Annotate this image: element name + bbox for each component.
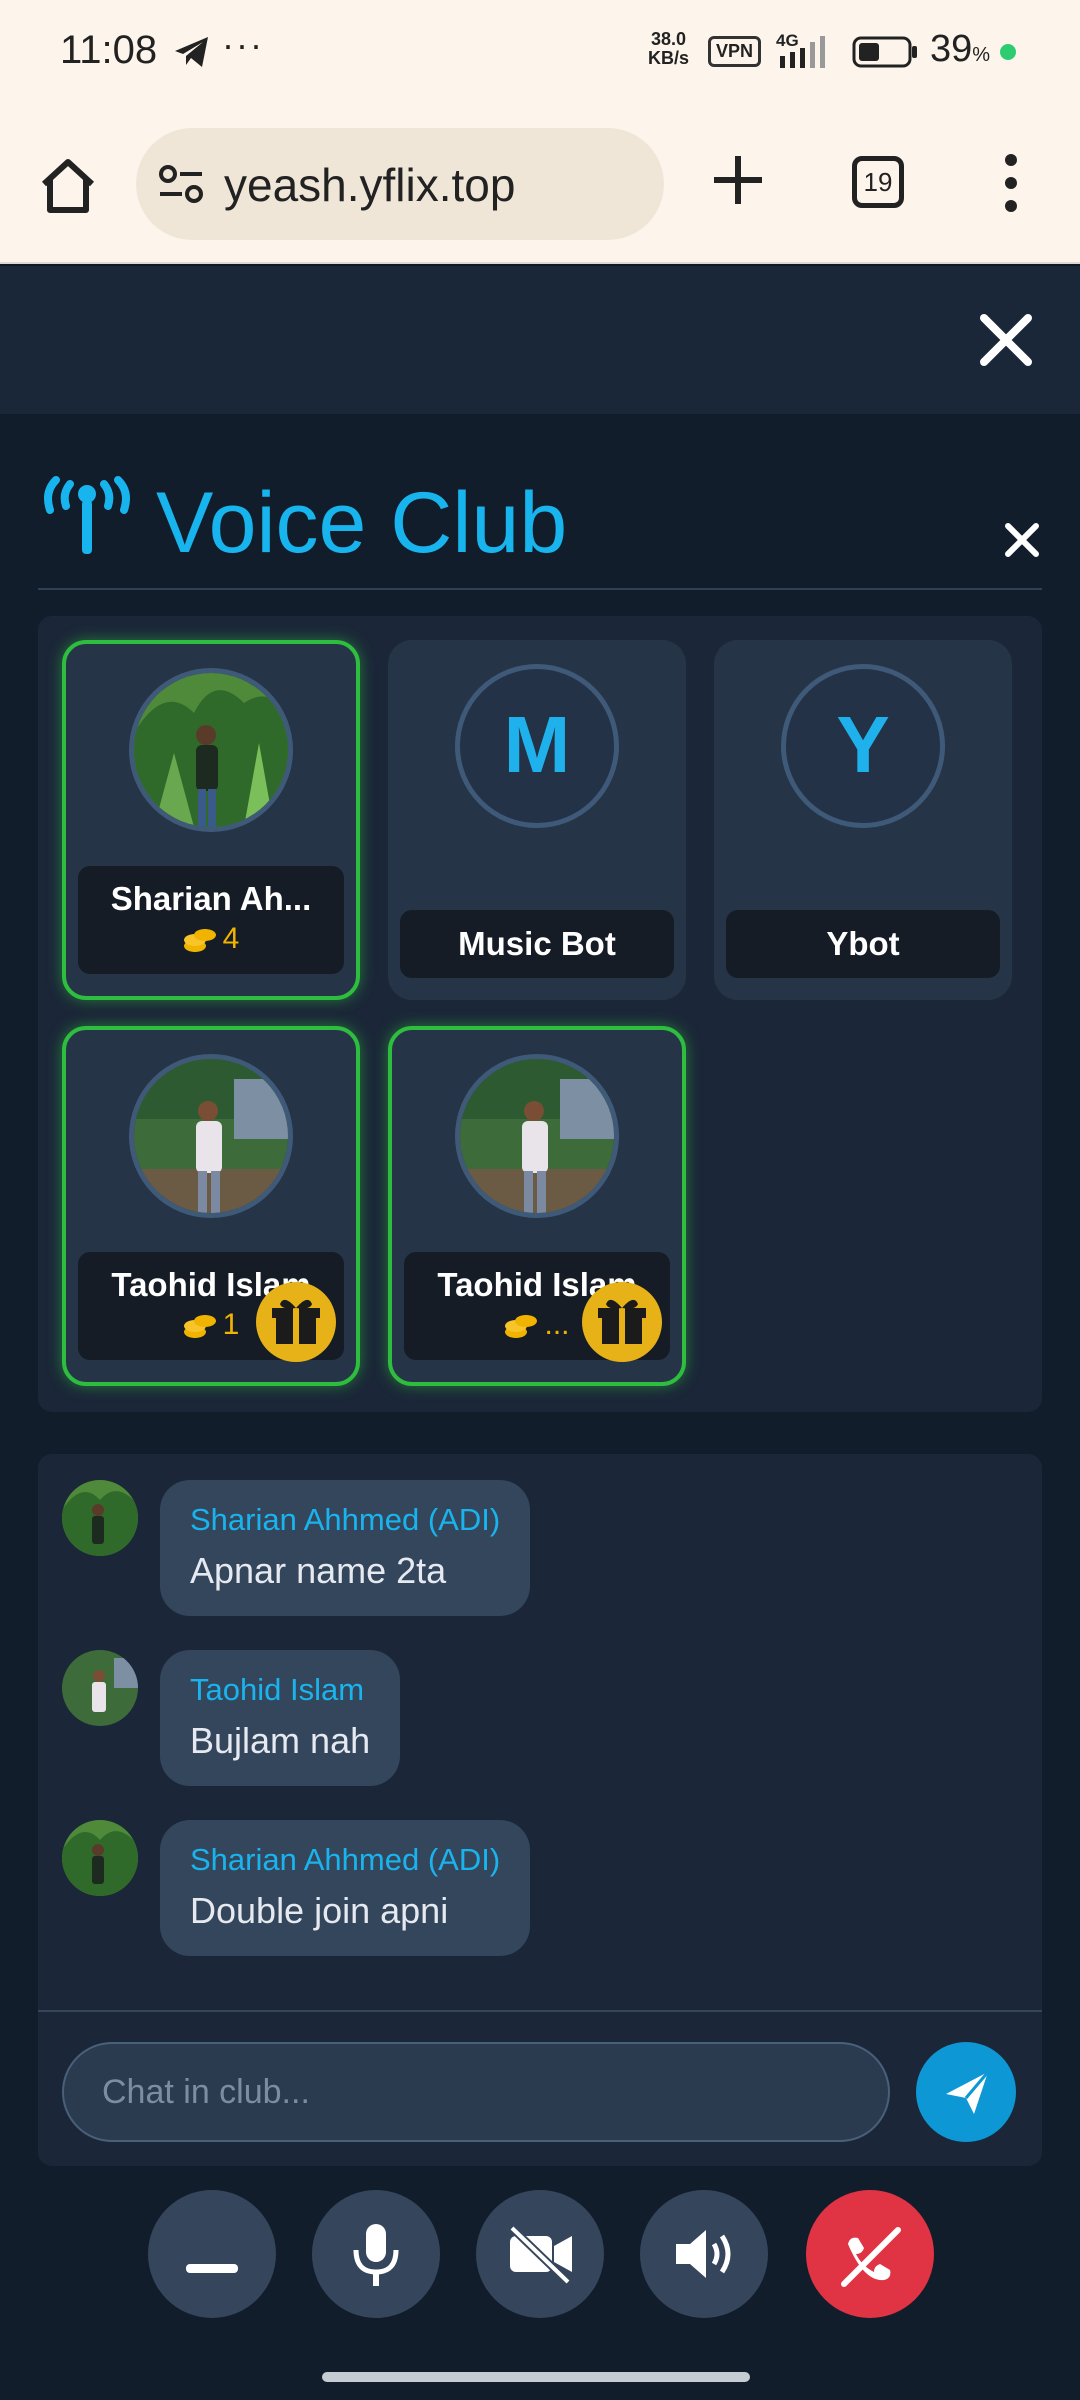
broadcast-tower-icon — [44, 476, 130, 554]
panel-header: Voice Club — [38, 452, 1042, 572]
gesture-bar[interactable] — [322, 2372, 750, 2382]
coins-icon — [505, 1315, 538, 1339]
participant-card[interactable]: M Music Bot — [388, 640, 686, 1000]
participant-info: Ybot — [726, 910, 1000, 978]
participant-card[interactable]: Taohid Islam 1 — [62, 1026, 360, 1386]
coin-count: 1 — [222, 1308, 240, 1341]
microphone-button[interactable] — [312, 2190, 440, 2318]
network-speed: 38.0 KB/s — [648, 30, 689, 68]
tab-switcher-button[interactable]: 19 — [852, 156, 904, 208]
coins-icon — [183, 929, 216, 953]
status-bar: 11:08 ··· 38.0 KB/s VPN 4G 39% — [0, 0, 1080, 104]
url-text: yeash.yflix.top — [224, 159, 516, 211]
privacy-indicator-dot — [1000, 44, 1016, 60]
close-panel-icon[interactable] — [1004, 522, 1040, 558]
participant-name: Sharian Ah... — [110, 880, 312, 917]
minimize-icon — [186, 2264, 238, 2273]
modal-header-strip — [0, 266, 1080, 414]
participant-info: Music Bot — [400, 910, 674, 978]
participant-card[interactable]: Taohid Islam ... — [388, 1026, 686, 1386]
phone-off-icon — [841, 2227, 901, 2287]
minimize-button[interactable] — [148, 2190, 276, 2318]
vpn-badge: VPN — [708, 36, 762, 67]
video-off-icon — [509, 2225, 572, 2285]
message-bubble: Sharian Ahhmed (ADI) Apnar name 2ta — [160, 1480, 531, 1616]
gift-button[interactable] — [582, 1282, 662, 1362]
voice-club-panel: Voice Club Sharian Ah... 4 M Music Bot Y… — [0, 414, 1080, 2400]
coins-icon — [183, 1315, 216, 1339]
avatar — [129, 668, 293, 832]
status-time: 11:08 — [60, 28, 158, 72]
speed-value: 38.0 — [650, 29, 687, 49]
home-icon[interactable] — [36, 154, 100, 218]
call-controls — [0, 2190, 1080, 2320]
message-avatar — [62, 1480, 138, 1556]
send-button[interactable] — [916, 2042, 1016, 2142]
telegram-icon — [175, 37, 208, 67]
address-bar[interactable]: yeash.yflix.top — [136, 128, 664, 240]
message-avatar — [62, 1820, 138, 1896]
header-divider — [38, 588, 1042, 590]
speed-unit: KB/s — [648, 48, 690, 68]
coin-count: ... — [544, 1308, 570, 1341]
microphone-icon — [353, 2224, 399, 2286]
avatar — [129, 1054, 293, 1218]
message-sender[interactable]: Sharian Ahhmed (ADI) — [190, 1502, 500, 1538]
camera-button[interactable] — [476, 2190, 604, 2318]
message-text: Double join apni — [190, 1890, 449, 1931]
participant-card[interactable]: Y Ybot — [714, 640, 1012, 1000]
battery-value: 39 — [930, 28, 973, 70]
page-title: Voice Club — [156, 475, 568, 571]
signal-icon: 4G — [776, 31, 825, 68]
volume-icon — [676, 2230, 731, 2278]
avatar — [455, 1054, 619, 1218]
message-sender[interactable]: Sharian Ahhmed (ADI) — [190, 1842, 500, 1878]
gift-icon — [598, 1299, 646, 1344]
coin-balance: 4 — [78, 922, 344, 956]
gift-button[interactable] — [256, 1282, 336, 1362]
close-icon[interactable] — [976, 310, 1036, 370]
participants-grid: Sharian Ah... 4 M Music Bot Y Ybot Taohi… — [38, 616, 1042, 1412]
coin-count: 4 — [222, 922, 240, 955]
club-chat: Sharian Ahhmed (ADI) Apnar name 2ta Taoh… — [38, 1454, 1042, 2166]
network-type: 4G — [776, 31, 799, 50]
battery-icon — [852, 36, 917, 68]
speaker-button[interactable] — [640, 2190, 768, 2318]
chat-input[interactable] — [62, 2042, 890, 2142]
status-more-dots: ··· — [222, 24, 264, 65]
message-text: Apnar name 2ta — [190, 1550, 447, 1591]
avatar: M — [455, 664, 619, 828]
participant-card[interactable]: Sharian Ah... 4 — [62, 640, 360, 1000]
browser-toolbar: yeash.yflix.top 19 — [0, 104, 1080, 264]
message-avatar — [62, 1650, 138, 1726]
avatar: Y — [781, 664, 945, 828]
send-icon — [946, 2071, 990, 2114]
participant-info: Sharian Ah... 4 — [78, 866, 344, 974]
message-text: Bujlam nah — [190, 1720, 371, 1761]
message-bubble: Sharian Ahhmed (ADI) Double join apni — [160, 1820, 531, 1956]
site-settings-icon[interactable] — [158, 164, 204, 204]
message-bubble: Taohid Islam Bujlam nah — [160, 1650, 401, 1786]
participant-name: Ybot — [826, 925, 900, 962]
participant-name: Music Bot — [458, 925, 616, 962]
gift-icon — [272, 1299, 320, 1344]
chat-divider — [38, 2010, 1042, 2012]
battery-percent: 39% — [930, 28, 990, 71]
percent-sign: % — [972, 44, 991, 66]
more-vert-icon[interactable] — [988, 152, 1034, 214]
message-sender[interactable]: Taohid Islam — [190, 1672, 370, 1708]
hang-up-button[interactable] — [806, 2190, 934, 2318]
new-tab-icon[interactable] — [708, 150, 768, 210]
